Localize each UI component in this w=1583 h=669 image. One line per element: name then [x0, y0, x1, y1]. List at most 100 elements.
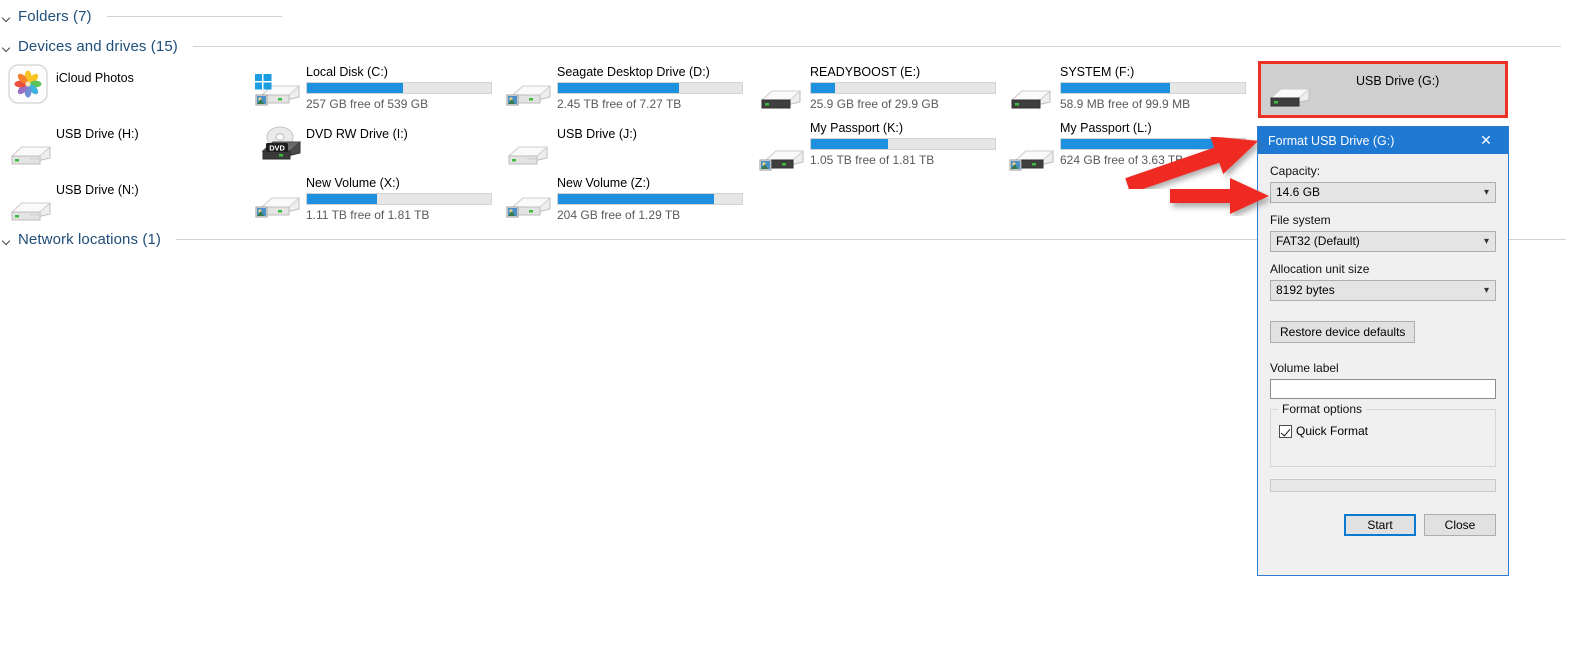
section-header-devices[interactable]: Devices and drives (15) — [2, 38, 1561, 55]
storage-bar-fill — [1061, 139, 1216, 149]
usb-drive-icon — [8, 138, 54, 176]
allocation-unit-value: 8192 bytes — [1276, 283, 1335, 297]
capacity-select[interactable]: 14.6 GB ▾ — [1270, 182, 1496, 203]
quick-format-row[interactable]: Quick Format — [1279, 424, 1487, 438]
drive-tile-k[interactable]: My Passport (K:) 1.05 TB free of 1.81 TB — [810, 121, 996, 167]
drive-name: My Passport (L:) — [1060, 121, 1152, 135]
storage-bar-fill — [811, 139, 889, 149]
format-progress-bar — [1270, 479, 1496, 492]
storage-bar-fill — [1061, 83, 1170, 93]
icloud-photos-icon — [8, 64, 48, 104]
shared-drive-icon — [254, 185, 301, 223]
usb-drive-icon — [1008, 82, 1054, 120]
storage-bar — [306, 82, 492, 94]
drive-name: DVD RW Drive (I:) — [306, 127, 408, 141]
chevron-down-icon — [2, 12, 12, 22]
drive-tile-f[interactable]: SYSTEM (F:) 58.9 MB free of 99.9 MB — [1060, 65, 1246, 111]
quick-format-label: Quick Format — [1296, 424, 1369, 438]
close-button[interactable]: Close — [1424, 514, 1496, 536]
drive-name: READYBOOST (E:) — [810, 65, 921, 79]
format-dialog: Format USB Drive (G:) ✕ Capacity: 14.6 G… — [1257, 126, 1509, 576]
drive-tile-z[interactable]: New Volume (Z:) 204 GB free of 1.29 TB — [557, 176, 743, 222]
section-header-folders[interactable]: Folders (7) — [2, 8, 282, 25]
drive-name: USB Drive (G:) — [1356, 74, 1440, 88]
sidebar-item-icloud-photos[interactable]: iCloud Photos — [56, 71, 134, 85]
volume-label-input[interactable] — [1270, 379, 1496, 399]
drive-free-space: 25.9 GB free of 29.9 GB — [810, 97, 939, 111]
usb-drive-icon — [505, 138, 551, 176]
drive-name: New Volume (X:) — [306, 176, 400, 190]
section-label: Folders (7) — [18, 8, 92, 25]
format-options-group: Format options Quick Format — [1270, 402, 1496, 467]
drive-free-space: 624 GB free of 3.63 TB — [1060, 153, 1184, 167]
shared-drive-icon — [1008, 138, 1055, 176]
storage-bar — [1060, 138, 1246, 150]
svg-text:DVD: DVD — [269, 143, 285, 152]
drive-tile-i[interactable]: DVD RW Drive (I:) — [306, 127, 408, 141]
drive-name: Seagate Desktop Drive (D:) — [557, 65, 710, 79]
usb-drive-icon — [1267, 80, 1313, 118]
drive-name: Local Disk (C:) — [306, 65, 388, 79]
storage-bar-fill — [307, 194, 377, 204]
shared-drive-icon — [505, 73, 552, 111]
storage-bar — [557, 193, 743, 205]
allocation-unit-label: Allocation unit size — [1270, 262, 1370, 276]
drive-name: New Volume (Z:) — [557, 176, 651, 190]
file-system-select[interactable]: FAT32 (Default) ▾ — [1270, 231, 1496, 252]
drive-name: USB Drive (N:) — [56, 183, 139, 197]
sidebar-item-usb-drive-h[interactable]: USB Drive (H:) — [56, 127, 139, 141]
drive-tile-e[interactable]: READYBOOST (E:) 25.9 GB free of 29.9 GB — [810, 65, 996, 111]
file-system-label: File system — [1270, 213, 1331, 227]
drive-name: iCloud Photos — [56, 71, 134, 85]
quick-format-checkbox[interactable] — [1279, 424, 1292, 438]
start-button[interactable]: Start — [1344, 514, 1416, 536]
drive-name: USB Drive (H:) — [56, 127, 139, 141]
section-label: Devices and drives (15) — [18, 38, 178, 55]
dialog-title: Format USB Drive (G:) — [1268, 133, 1395, 148]
storage-bar-fill — [811, 83, 835, 93]
section-label: Network locations (1) — [18, 231, 161, 248]
shared-drive-icon — [505, 185, 552, 223]
format-options-label: Format options — [1278, 402, 1367, 416]
drive-tile-d[interactable]: Seagate Desktop Drive (D:) 2.45 TB free … — [557, 65, 743, 111]
storage-bar — [1060, 82, 1246, 94]
chevron-down-icon: ▾ — [1483, 187, 1490, 198]
close-icon[interactable]: ✕ — [1464, 127, 1508, 154]
section-rule — [106, 16, 282, 17]
dvd-drive-icon: DVD — [258, 126, 304, 164]
drive-tile-g-selected[interactable]: USB Drive (G:) — [1258, 61, 1508, 118]
drive-tile-l[interactable]: My Passport (L:) 624 GB free of 3.63 TB — [1060, 121, 1246, 167]
restore-device-defaults-button[interactable]: Restore device defaults — [1270, 321, 1416, 343]
drive-free-space: 2.45 TB free of 7.27 TB — [557, 97, 682, 111]
storage-bar-fill — [307, 83, 403, 93]
chevron-down-icon — [2, 42, 12, 52]
storage-bar — [810, 82, 996, 94]
usb-drive-icon — [8, 194, 54, 232]
section-rule — [192, 46, 1561, 47]
drive-name: USB Drive (J:) — [557, 127, 637, 141]
drive-tile-x[interactable]: New Volume (X:) 1.11 TB free of 1.81 TB — [306, 176, 492, 222]
dialog-buttons: Start Close — [1270, 514, 1496, 536]
chevron-down-icon: ▾ — [1483, 236, 1490, 247]
drive-free-space: 257 GB free of 539 GB — [306, 97, 429, 111]
drive-free-space: 204 GB free of 1.29 TB — [557, 208, 681, 222]
capacity-value: 14.6 GB — [1276, 185, 1321, 199]
dialog-title-bar[interactable]: Format USB Drive (G:) ✕ — [1258, 127, 1508, 154]
file-system-value: FAT32 (Default) — [1276, 234, 1360, 248]
drive-name: My Passport (K:) — [810, 121, 904, 135]
chevron-down-icon: ▾ — [1483, 285, 1490, 296]
shared-drive-icon — [758, 138, 805, 176]
allocation-unit-select[interactable]: 8192 bytes ▾ — [1270, 280, 1496, 301]
windows-drive-icon — [254, 73, 301, 111]
sidebar-item-usb-drive-n[interactable]: USB Drive (N:) — [56, 183, 139, 197]
usb-drive-icon — [758, 82, 804, 120]
storage-bar — [306, 193, 492, 205]
drive-free-space: 58.9 MB free of 99.9 MB — [1060, 97, 1191, 111]
storage-bar-fill — [558, 83, 680, 93]
volume-label-label: Volume label — [1270, 361, 1339, 375]
storage-bar-fill — [558, 194, 715, 204]
drive-tile-j[interactable]: USB Drive (J:) — [557, 127, 637, 141]
drive-free-space: 1.11 TB free of 1.81 TB — [306, 208, 430, 222]
drive-tile-c[interactable]: Local Disk (C:) 257 GB free of 539 GB — [306, 65, 492, 111]
drive-free-space: 1.05 TB free of 1.81 TB — [810, 153, 935, 167]
